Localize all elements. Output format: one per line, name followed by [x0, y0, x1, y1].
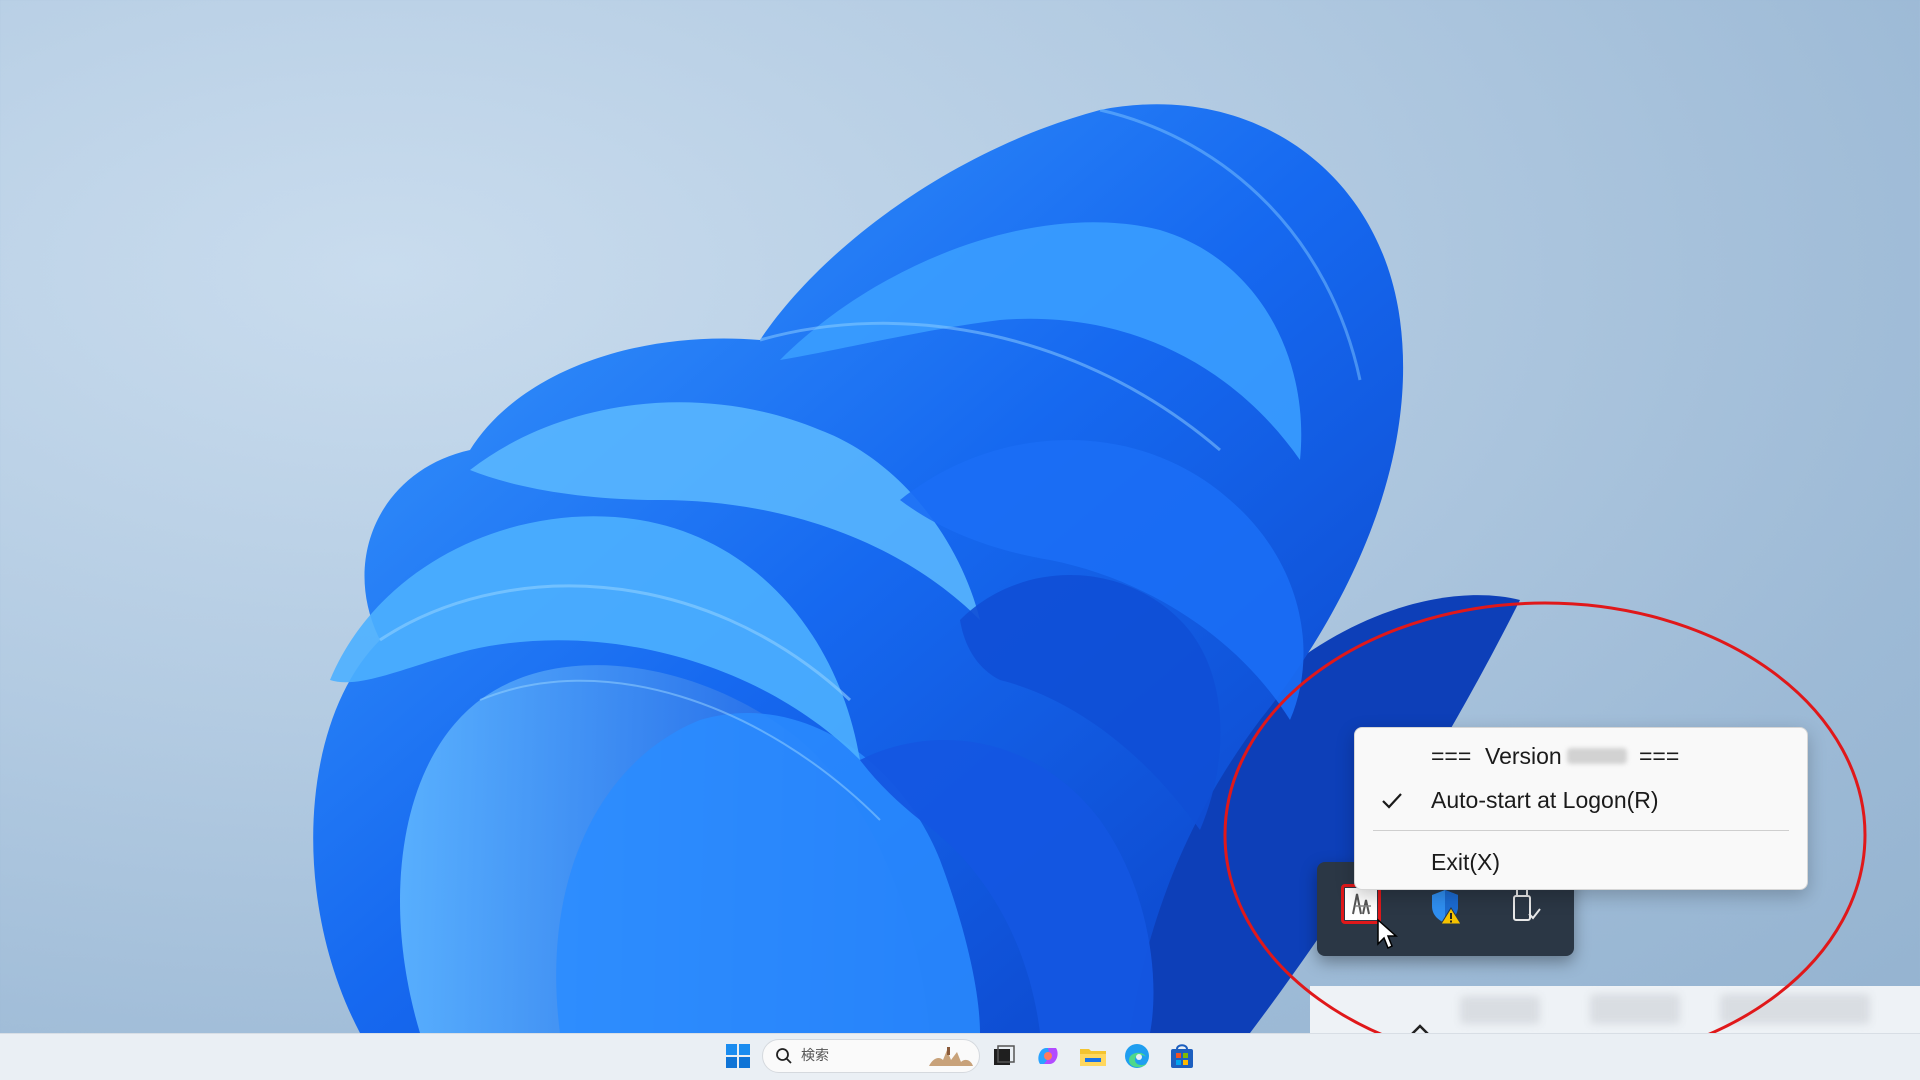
- search-input[interactable]: 検索: [762, 1039, 980, 1073]
- search-icon: [776, 1048, 792, 1064]
- red-annotation-ellipse: [1223, 601, 1867, 1069]
- file-explorer-icon[interactable]: [1077, 1040, 1109, 1072]
- search-placeholder: 検索: [801, 1048, 829, 1064]
- store-icon[interactable]: [1166, 1040, 1198, 1072]
- search-highlight-image-icon: [929, 1047, 973, 1066]
- copilot-icon[interactable]: [1032, 1040, 1064, 1072]
- start-icon[interactable]: [722, 1040, 754, 1072]
- task-view-icon[interactable]: [988, 1040, 1020, 1072]
- edge-icon[interactable]: [1121, 1040, 1153, 1072]
